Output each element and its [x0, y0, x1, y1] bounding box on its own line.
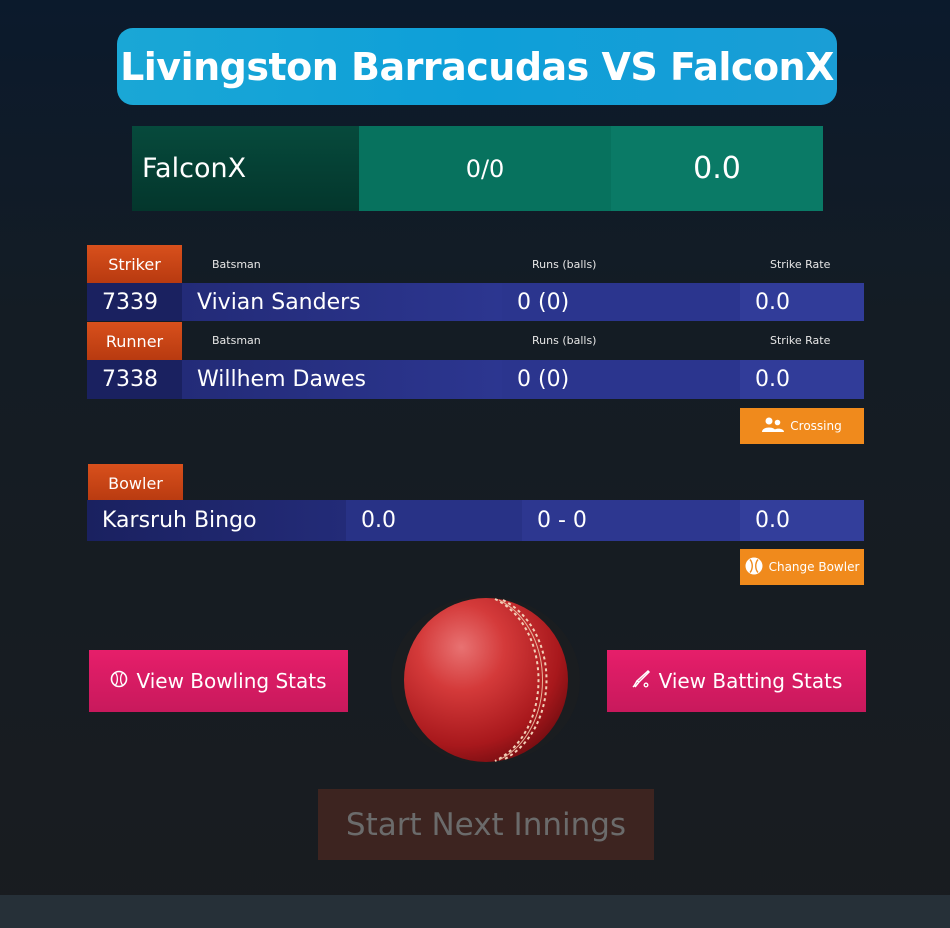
striker-batsman-header: Batsman: [212, 258, 261, 271]
crossing-label: Crossing: [790, 419, 842, 433]
bowler-economy: 0.0: [346, 500, 522, 541]
runner-runs-header: Runs (balls): [532, 334, 597, 347]
runner-runs: 0 (0): [502, 360, 740, 399]
bat-icon: [631, 669, 651, 694]
runner-name: Willhem Dawes: [182, 360, 502, 399]
striker-row: 7339 Vivian Sanders 0 (0) 0.0: [87, 283, 864, 321]
runs-wickets: 0/0: [359, 126, 611, 211]
overs: 0.0: [611, 126, 823, 211]
bowler-tag: Bowler: [88, 464, 183, 502]
runner-tag: Runner: [87, 322, 182, 360]
view-bowling-stats-button[interactable]: View Bowling Stats: [89, 650, 348, 712]
batting-team-name: FalconX: [132, 126, 359, 211]
runner-sr-header: Strike Rate: [770, 334, 831, 347]
start-next-innings-button[interactable]: Start Next Innings: [318, 789, 654, 860]
striker-sr-header: Strike Rate: [770, 258, 831, 271]
ball-icon: [745, 557, 763, 578]
bowler-row: Karsruh Bingo 0.0 0 - 0 0.0: [87, 500, 864, 541]
striker-runs: 0 (0): [502, 283, 740, 321]
ball-outline-icon: [110, 669, 128, 693]
striker-runs-header: Runs (balls): [532, 258, 597, 271]
bowler-name: Karsruh Bingo: [87, 500, 346, 541]
striker-name: Vivian Sanders: [182, 283, 502, 321]
view-batting-stats-button[interactable]: View Batting Stats: [607, 650, 866, 712]
users-swap-icon: [762, 417, 785, 436]
striker-strike-rate: 0.0: [740, 283, 864, 321]
runner-batsman-header: Batsman: [212, 334, 261, 347]
striker-tag: Striker: [87, 245, 182, 283]
match-title: Livingston Barracudas VS FalconX: [120, 44, 834, 89]
runner-row: 7338 Willhem Dawes 0 (0) 0.0: [87, 360, 864, 399]
footer-bar: [0, 895, 950, 928]
bowler-figures: 0 - 0: [522, 500, 740, 541]
match-title-bar: Livingston Barracudas VS FalconX: [117, 28, 837, 105]
striker-id: 7339: [87, 283, 182, 321]
crossing-button[interactable]: Crossing: [740, 408, 864, 444]
change-bowler-label: Change Bowler: [768, 560, 860, 574]
change-bowler-button[interactable]: Change Bowler: [740, 549, 864, 585]
score-panel: FalconX 0/0 0.0: [132, 126, 823, 211]
view-bowling-stats-label: View Bowling Stats: [136, 669, 327, 693]
bowler-overs: 0.0: [740, 500, 864, 541]
runner-strike-rate: 0.0: [740, 360, 864, 399]
runner-id: 7338: [87, 360, 182, 399]
view-batting-stats-label: View Batting Stats: [658, 669, 843, 693]
cricket-ball-icon: [391, 596, 580, 764]
